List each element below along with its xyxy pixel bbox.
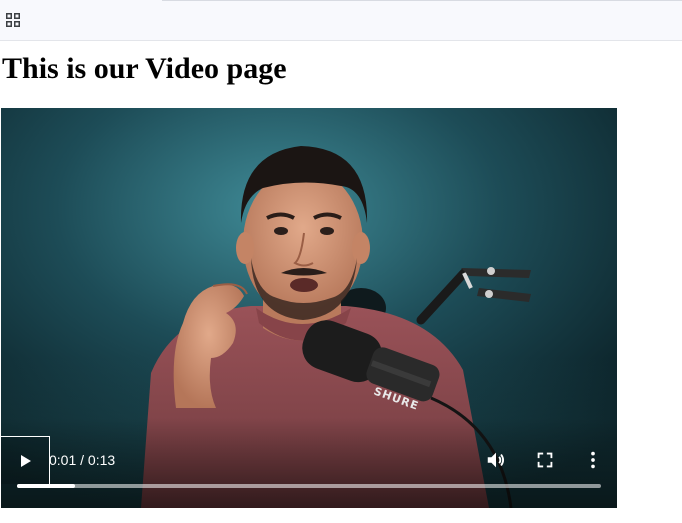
volume-icon[interactable] (485, 449, 507, 471)
more-options-icon[interactable] (582, 449, 604, 471)
time-display: 0:01 / 0:13 (49, 452, 116, 468)
play-icon (21, 455, 31, 467)
bookmarks-bar (0, 0, 682, 41)
play-button[interactable] (1, 436, 50, 484)
page-title: This is our Video page (2, 52, 287, 85)
video-player[interactable]: SHURE 0:01 / 0:13 (1, 108, 617, 508)
apps-grid-icon[interactable] (6, 13, 20, 27)
progress-fill (17, 484, 76, 488)
fullscreen-icon[interactable] (534, 449, 556, 471)
video-frame: SHURE (1, 108, 617, 508)
toolbar-divider (162, 0, 682, 1)
progress-bar[interactable] (17, 484, 601, 488)
